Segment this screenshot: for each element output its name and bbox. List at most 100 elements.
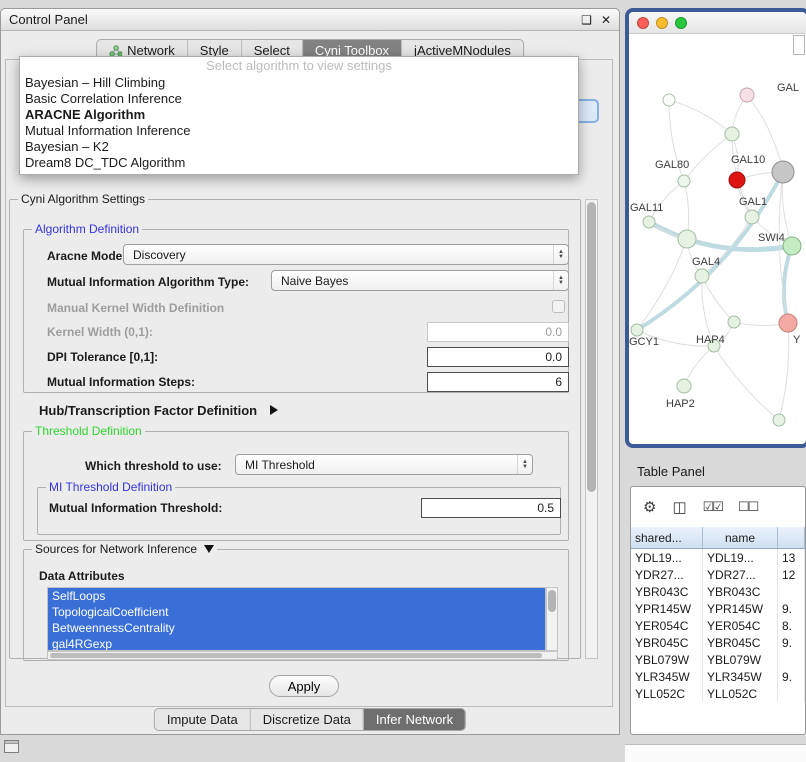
close-icon[interactable]: ✕ [601,13,611,27]
deselect-all-icon[interactable]: ☐☐ [738,499,757,515]
aracne-mode-value: Discovery [133,248,186,262]
table-row[interactable]: YDR27...YDR27...12 [631,566,805,583]
network-node[interactable] [695,269,709,283]
network-tab-icon [109,45,122,57]
scrollbar-thumb[interactable] [587,202,596,492]
list-horizontal-scrollbar[interactable] [47,651,558,660]
column-header-shared-name[interactable]: shared... [631,527,703,548]
network-canvas[interactable]: GALGAL80GAL10GAL11GAL1SWI4GAL4GCY1HAP4YH… [629,34,806,448]
select-all-icon[interactable]: ☑☑ [703,499,722,515]
table-header-row: shared... name [631,527,805,549]
tab-discretize-data[interactable]: Discretize Data [250,709,363,730]
apply-button[interactable]: Apply [269,675,339,697]
settings-vertical-scrollbar[interactable] [585,199,598,659]
mi-algorithm-type-select[interactable]: Naive Bayes ▲▼ [271,270,569,291]
dropdown-option-selected[interactable]: ARACNE Algorithm [20,107,578,123]
column-header-name[interactable]: name [703,527,778,548]
list-item[interactable]: TopologicalCoefficient [48,604,545,620]
network-node[interactable] [725,127,739,141]
network-edge[interactable] [784,246,792,323]
column-header-extra[interactable] [778,527,805,548]
network-node[interactable] [678,230,696,248]
network-node[interactable] [773,414,785,426]
minimize-traffic-light-icon[interactable] [656,17,668,29]
float-window-icon[interactable]: ❑ [581,13,592,27]
network-node[interactable] [779,314,797,332]
data-attributes-label: Data Attributes [39,569,125,583]
docked-panel-icon[interactable] [4,740,19,753]
network-edge[interactable] [684,134,732,181]
network-node[interactable] [728,316,740,328]
network-node[interactable] [631,324,643,336]
cell: YER054C [631,617,703,634]
aracne-mode-label: Aracne Mode: [47,249,126,263]
tab-impute-data[interactable]: Impute Data [155,709,250,730]
kernel-width-label: Kernel Width (0,1): [47,325,153,339]
network-node-label: GAL10 [731,154,765,166]
cell: YLR345W [631,668,703,685]
cell: YLR345W [703,668,778,685]
network-node[interactable] [745,210,759,224]
dropdown-option[interactable]: Bayesian – Hill Climbing [20,75,578,91]
cell: 8. [778,617,805,634]
dropdown-option[interactable]: Basic Correlation Inference [20,91,578,107]
table-row[interactable]: YLL052CYLL052C [631,685,805,702]
table-row[interactable]: YLR345WYLR345W9. [631,668,805,685]
network-node[interactable] [678,175,690,187]
dropdown-option[interactable]: Dream8 DC_TDC Algorithm [20,155,578,171]
mi-steps-value: 6 [555,375,562,389]
table-row[interactable]: YDL19...YDL19...13 [631,549,805,566]
dpi-tolerance-field[interactable]: 0.0 [427,347,569,367]
network-edge[interactable] [779,323,789,420]
cell: YBR045C [631,634,703,651]
list-item[interactable]: SelfLoops [48,588,545,604]
tab-infer-network[interactable]: Infer Network [363,709,465,730]
table-panel-title: Table Panel [637,464,705,479]
network-node[interactable] [740,88,754,102]
cell: YBR045C [703,634,778,651]
network-edge[interactable] [714,346,779,420]
gear-icon[interactable]: ⚙ [643,498,656,516]
network-node[interactable] [663,94,675,106]
table-row[interactable]: YER054CYER054C8. [631,617,805,634]
network-node-label: GAL [777,82,799,94]
table-row[interactable]: YBL079WYBL079W [631,651,805,668]
mi-threshold-field[interactable]: 0.5 [421,498,561,518]
sources-toggle[interactable]: Sources for Network Inference [32,542,217,556]
manual-kernel-width-label: Manual Kernel Width Definition [47,301,224,315]
zoom-traffic-light-icon[interactable] [675,17,687,29]
table-row[interactable]: YBR043CYBR043C [631,583,805,600]
table-row[interactable]: YBR045CYBR045C9. [631,634,805,651]
close-traffic-light-icon[interactable] [637,17,649,29]
scrollbar-thumb[interactable] [50,653,542,658]
network-node[interactable] [643,216,655,228]
dropdown-option[interactable]: Mutual Information Inference [20,123,578,139]
table-toolbar: ⚙ ◫ ☑☑ ☐☐ [631,487,805,527]
network-node[interactable] [783,237,801,255]
cell: 13 [778,549,805,566]
list-item[interactable]: gal4RGexp [48,636,545,651]
which-threshold-select[interactable]: MI Threshold ▲▼ [235,454,533,475]
network-node[interactable] [772,161,794,183]
list-vertical-scrollbar[interactable] [546,587,558,651]
control-panel-titlebar[interactable]: Control Panel ❑ ✕ [1,9,619,31]
cell: 9. [778,634,805,651]
network-edge[interactable] [637,239,687,330]
hub-definition-toggle[interactable]: Hub/Transcription Factor Definition [39,403,278,418]
network-node[interactable] [729,172,745,188]
aracne-mode-select[interactable]: Discovery ▲▼ [123,244,569,265]
dropdown-option[interactable]: Bayesian – K2 [20,139,578,155]
columns-icon[interactable]: ◫ [672,498,686,516]
table-row[interactable]: YPR145WYPR145W9. [631,600,805,617]
network-edge[interactable] [669,100,732,134]
network-window-titlebar[interactable] [629,12,806,34]
network-node[interactable] [677,379,691,393]
list-item[interactable]: BetweennessCentrality [48,620,545,636]
scrollbar-thumb[interactable] [548,590,556,612]
mi-steps-field[interactable]: 6 [427,372,569,392]
cell: YBR043C [631,583,703,600]
which-threshold-label: Which threshold to use: [85,459,222,473]
network-scrollbar[interactable] [793,35,805,55]
network-edge[interactable] [702,276,734,322]
network-node-label: GAL80 [655,159,689,171]
